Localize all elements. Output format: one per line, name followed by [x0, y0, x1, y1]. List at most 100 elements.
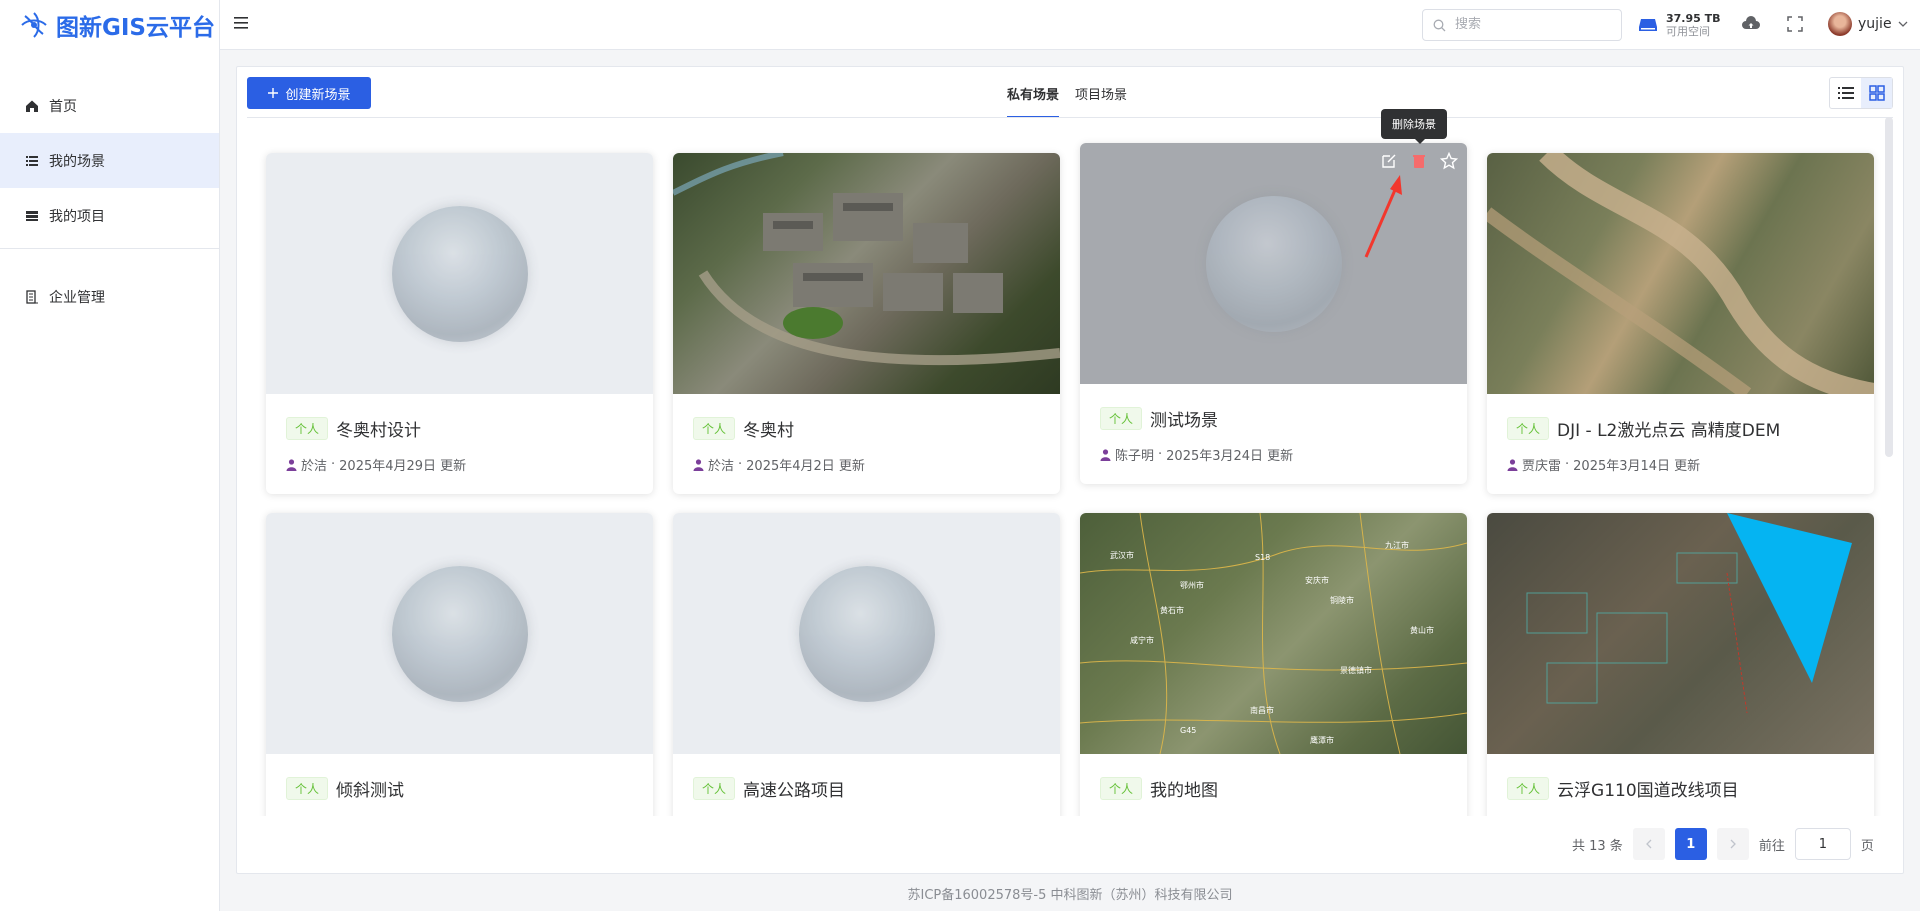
sidebar-item-home[interactable]: 首页	[0, 78, 219, 133]
search-input[interactable]: 搜索	[1422, 9, 1622, 41]
scene-card[interactable]: 个人 冬奥村 於洁 · 2025年4月2日 更新	[673, 153, 1060, 494]
grid-view-button[interactable]	[1861, 78, 1892, 108]
scene-card[interactable]: 武汉市 九江市 南昌市 黄石市 咸宁市 安庆市 黄山市 景德镇市 鹰潭市 铜陵市…	[1080, 513, 1467, 816]
map-label: 鄂州市	[1180, 580, 1204, 590]
prev-page-button[interactable]	[1632, 828, 1665, 860]
list-view-icon	[1837, 87, 1854, 99]
page-unit-label: 页	[1860, 838, 1874, 854]
globe-placeholder-icon	[798, 565, 935, 702]
home-icon	[26, 100, 38, 112]
pagination: 共 13 条 1 前往 1 页	[1572, 828, 1874, 860]
goto-label: 前往	[1758, 838, 1785, 854]
terrain-image	[1487, 153, 1874, 394]
scene-title: DJI - L2激光点云 高精度DEM	[1557, 421, 1781, 441]
username: yujie	[1858, 16, 1892, 32]
page-button-current[interactable]: 1	[1674, 828, 1707, 860]
tab-project-scenes[interactable]: 项目场景	[1075, 67, 1127, 118]
list-view-button[interactable]	[1830, 78, 1861, 108]
scene-tag: 个人	[1507, 417, 1550, 440]
map-label: 南昌市	[1250, 705, 1274, 715]
globe-placeholder-icon	[391, 205, 528, 342]
star-icon	[1440, 152, 1458, 170]
top-header: 搜索 37.95 TB 可用空间 yujie	[220, 0, 1920, 50]
scene-title: 测试场景	[1150, 411, 1219, 431]
create-scene-label: 创建新场景	[285, 86, 351, 102]
list-icon	[26, 155, 38, 166]
globe-placeholder-icon	[1205, 195, 1342, 332]
search-placeholder: 搜索	[1455, 17, 1482, 32]
logo-icon	[21, 12, 47, 38]
user-menu[interactable]: yujie	[1828, 12, 1908, 36]
chevron-right-icon	[1730, 839, 1736, 849]
plus-icon	[268, 88, 279, 98]
map-label: 安庆市	[1305, 575, 1329, 585]
scene-title: 高速公路项目	[743, 781, 846, 801]
scene-thumbnail	[266, 153, 653, 394]
scene-card[interactable]: 个人 高速公路项目	[673, 513, 1060, 816]
next-page-button[interactable]	[1716, 828, 1749, 860]
upload-cloud-icon[interactable]	[1742, 15, 1760, 33]
sidebar-item-label: 我的场景	[49, 153, 105, 170]
storage-indicator: 37.95 TB 可用空间	[1638, 12, 1721, 38]
scene-thumbnail	[1487, 153, 1874, 394]
map-label: 鹰潭市	[1310, 735, 1334, 745]
person-icon	[286, 458, 297, 471]
sidebar-item-my-projects[interactable]: 我的项目	[0, 188, 219, 243]
scene-card-hovered[interactable]: 个人 测试场景 陈子明 · 2025年3月24日 更新	[1080, 143, 1467, 484]
scene-tag: 个人	[286, 777, 329, 800]
chevron-left-icon	[1645, 839, 1652, 849]
map-label: 武汉市	[1110, 550, 1134, 560]
person-icon	[1100, 448, 1111, 461]
map-label: 黄山市	[1410, 625, 1434, 635]
satellite-map-image: 武汉市 九江市 南昌市 黄石市 咸宁市 安庆市 黄山市 景德镇市 鹰潭市 铜陵市…	[1080, 513, 1467, 754]
view-toggle	[1829, 77, 1893, 109]
favorite-button[interactable]	[1439, 151, 1459, 171]
scene-tag: 个人	[286, 417, 329, 440]
tab-private-scenes[interactable]: 私有场景	[1007, 67, 1060, 118]
meta-separator: ·	[738, 457, 743, 472]
scene-card[interactable]: 个人 DJI - L2激光点云 高精度DEM 贾庆雷 · 2025年3月14日 更新	[1487, 153, 1874, 494]
map-label: 九江市	[1385, 540, 1409, 550]
meta-separator: ·	[331, 457, 336, 472]
delete-button[interactable]	[1409, 151, 1429, 171]
scene-tag: 个人	[693, 777, 736, 800]
meta-separator: ·	[1565, 457, 1570, 472]
app-title: 图新GIS云平台	[56, 15, 216, 41]
create-scene-button[interactable]: 创建新场景	[247, 77, 371, 109]
scene-title: 云浮G110国道改线项目	[1557, 781, 1739, 801]
scene-title: 冬奥村设计	[336, 421, 422, 441]
scene-title: 冬奥村	[743, 421, 795, 441]
logo[interactable]: 图新GIS云平台	[0, 0, 219, 50]
scene-card[interactable]: 个人 云浮G110国道改线项目	[1487, 513, 1874, 816]
scene-card[interactable]: 个人 倾斜测试	[266, 513, 653, 816]
menu-toggle-icon[interactable]	[234, 17, 248, 29]
construction-site-image	[1526, 513, 1852, 714]
scene-card[interactable]: 个人 冬奥村设计 於洁 · 2025年4月29日 更新	[266, 153, 653, 494]
sidebar-item-my-scenes[interactable]: 我的场景	[0, 133, 219, 188]
scene-tag: 个人	[1507, 777, 1550, 800]
menu-divider	[0, 248, 219, 249]
footer-icp: 苏ICP备16002578号-5 中科图新（苏州）科技有限公司	[907, 888, 1233, 903]
total-count: 共 13 条	[1572, 838, 1623, 854]
goto-page-input[interactable]: 1	[1794, 828, 1851, 860]
scene-date: 2025年4月29日 更新	[339, 459, 467, 474]
chevron-down-icon	[1898, 21, 1908, 27]
map-label: 黄石市	[1160, 605, 1184, 615]
trash-icon	[1413, 155, 1425, 168]
meta-separator: ·	[1158, 447, 1163, 462]
red-arrow-annotation	[1364, 175, 1402, 258]
delete-scene-tooltip: 删除场景	[1381, 109, 1447, 144]
scene-thumbnail	[673, 153, 1060, 394]
search-icon	[1433, 19, 1446, 32]
grid-view-icon	[1868, 85, 1885, 101]
scene-author: 贾庆雷	[1522, 459, 1562, 474]
scene-date: 2025年3月24日 更新	[1166, 449, 1294, 464]
edit-button[interactable]	[1379, 151, 1399, 171]
building-icon	[26, 289, 38, 304]
map-label: G45	[1180, 726, 1196, 735]
fullscreen-icon[interactable]	[1786, 15, 1804, 33]
sidebar-item-label: 我的项目	[49, 208, 105, 225]
sidebar-item-enterprise[interactable]: 企业管理	[0, 269, 219, 324]
person-icon	[1507, 458, 1518, 471]
project-icon	[26, 210, 38, 221]
